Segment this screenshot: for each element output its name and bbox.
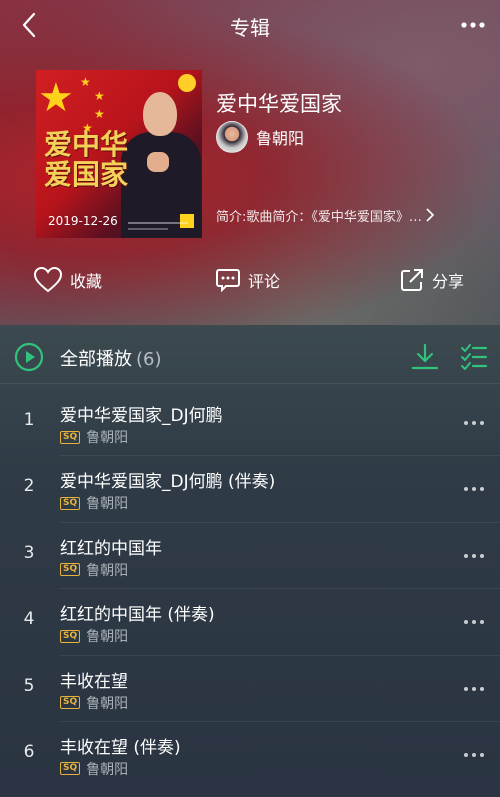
sq-quality-badge: SQ [60, 762, 81, 776]
cover-date: 2019-12-26 [48, 214, 118, 228]
sq-quality-badge: SQ [60, 563, 81, 577]
track-row[interactable]: 1 爱中华爱国家_DJ何鹏 SQ 鲁朝阳 [0, 390, 500, 457]
download-icon [411, 343, 439, 370]
track-artist: 鲁朝阳 [86, 562, 129, 579]
album-intro[interactable]: 简介:歌曲简介：《爱中华爱国家》… [216, 205, 472, 225]
track-artist: 鲁朝阳 [86, 496, 129, 513]
star-icon: ★ [80, 75, 91, 89]
track-row[interactable]: 2 爱中华爱国家_DJ何鹏 (伴奏) SQ 鲁朝阳 [0, 456, 500, 524]
favorite-button[interactable]: 收藏 [34, 262, 102, 298]
track-artist: 鲁朝阳 [86, 761, 129, 778]
track-list: 1 爱中华爱国家_DJ何鹏 SQ 鲁朝阳 2 爱中华爱国家_DJ何鹏 (伴奏) S… [0, 390, 500, 788]
album-title: 爱中华爱国家 [216, 92, 342, 116]
top-bar: 专辑 [0, 0, 500, 50]
chevron-right-icon [426, 208, 434, 222]
play-all-text: 全部播放 [60, 349, 132, 370]
track-more-button[interactable] [462, 615, 486, 629]
comment-label: 评论 [248, 272, 281, 291]
artist-avatar [216, 121, 248, 153]
track-number: 4 [23, 609, 35, 630]
share-button[interactable]: 分享 [400, 262, 464, 298]
track-row[interactable]: 4 红红的中国年 (伴奏) SQ 鲁朝阳 [0, 589, 500, 656]
track-artist: 鲁朝阳 [86, 695, 129, 712]
play-all-label[interactable]: 全部播放 (6) [60, 345, 162, 371]
track-list-header: 全部播放 (6) [0, 330, 500, 384]
track-row[interactable]: 6 丰收在望 (伴奏) SQ 鲁朝阳 [0, 722, 500, 788]
track-more-button[interactable] [462, 549, 486, 563]
artist-name: 鲁朝阳 [256, 129, 305, 148]
track-title: 爱中华爱国家_DJ何鹏 [60, 406, 223, 426]
more-horizontal-icon [461, 22, 485, 28]
track-meta: SQ 鲁朝阳 [60, 627, 128, 645]
page-title: 专辑 [230, 16, 270, 40]
cover-logo-badge [178, 74, 196, 92]
track-row[interactable]: 3 红红的中国年 SQ 鲁朝阳 [0, 523, 500, 590]
album-cover[interactable]: ★ ★ ★ ★ ★ 爱中华爱国家 2019-12-26 [36, 70, 202, 238]
cover-calligraphy: 爱中华爱国家 [44, 128, 129, 191]
favorite-label: 收藏 [70, 272, 103, 291]
track-number: 3 [23, 542, 35, 563]
track-number: 5 [23, 675, 35, 696]
play-circle-icon [14, 342, 44, 372]
track-artist: 鲁朝阳 [86, 629, 129, 646]
list-check-icon [461, 344, 488, 370]
multi-select-button[interactable] [460, 342, 488, 376]
sq-quality-badge: SQ [60, 629, 81, 643]
track-title: 丰收在望 (伴奏) [60, 737, 181, 758]
sq-quality-badge: SQ [60, 696, 81, 710]
track-number: 2 [23, 476, 35, 497]
track-more-button[interactable] [462, 748, 486, 762]
track-meta: SQ 鲁朝阳 [60, 694, 128, 712]
comment-button[interactable]: 评论 [216, 262, 280, 298]
album-intro-text: 简介:歌曲简介：《爱中华爱国家》… [216, 209, 422, 225]
track-title: 红红的中国年 (伴奏) [60, 605, 215, 626]
album-actions: 收藏 评论 分享 [0, 262, 500, 298]
artist-link[interactable]: 鲁朝阳 [216, 120, 304, 154]
track-artist: 鲁朝阳 [86, 430, 129, 446]
share-icon [401, 269, 423, 291]
more-horizontal-icon [464, 620, 484, 625]
more-horizontal-icon [464, 421, 484, 425]
sq-quality-badge: SQ [60, 496, 81, 510]
share-label: 分享 [432, 272, 465, 291]
track-meta: SQ 鲁朝阳 [60, 760, 128, 778]
more-horizontal-icon [464, 686, 484, 691]
track-meta: SQ 鲁朝阳 [60, 561, 128, 579]
sq-quality-badge: SQ [60, 430, 81, 444]
more-horizontal-icon [464, 553, 484, 558]
more-horizontal-icon [464, 752, 484, 757]
track-title: 丰收在望 [60, 671, 128, 692]
more-horizontal-icon [464, 487, 484, 492]
track-number: 6 [23, 741, 35, 762]
track-title: 红红的中国年 [60, 538, 162, 559]
track-more-button[interactable] [462, 682, 486, 696]
track-meta: SQ 鲁朝阳 [60, 428, 128, 446]
comment-icon [216, 269, 240, 292]
heart-icon [34, 267, 62, 293]
star-icon: ★ [94, 107, 105, 121]
play-all-button[interactable] [14, 342, 44, 376]
download-all-button[interactable] [410, 342, 440, 376]
star-icon: ★ [94, 89, 105, 103]
track-row[interactable]: 5 丰收在望 SQ 鲁朝阳 [0, 656, 500, 723]
track-count: (6) [136, 349, 162, 370]
track-more-button[interactable] [462, 482, 486, 496]
track-meta: SQ 鲁朝阳 [60, 494, 128, 512]
track-more-button[interactable] [462, 416, 486, 430]
star-icon: ★ [38, 75, 74, 121]
more-button[interactable] [458, 12, 488, 38]
track-number: 1 [23, 410, 35, 430]
cover-logo-mark [180, 214, 194, 228]
track-title: 爱中华爱国家_DJ何鹏 (伴奏) [60, 472, 276, 493]
